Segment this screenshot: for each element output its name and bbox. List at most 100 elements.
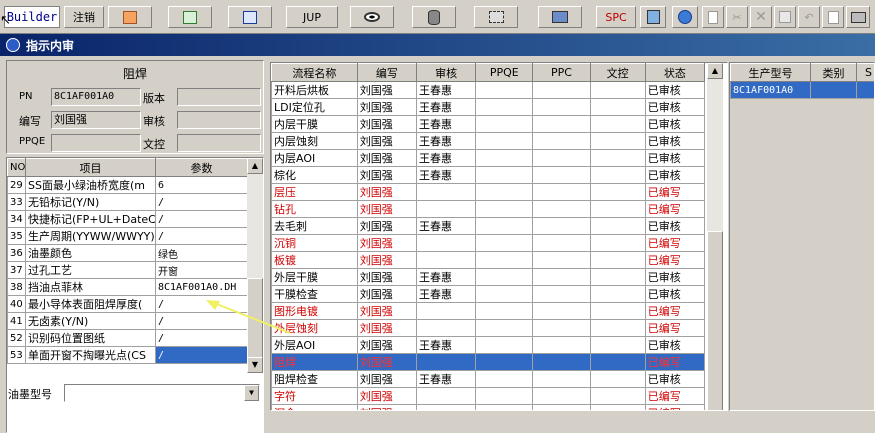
no-cell[interactable]: 38 bbox=[8, 279, 26, 296]
scroll-down-icon[interactable]: ▼ bbox=[247, 357, 263, 373]
status-cell[interactable]: 已编写 bbox=[645, 405, 704, 412]
process-name-cell[interactable]: 阻焊 bbox=[272, 354, 358, 371]
item-cell[interactable]: 最小导体表面阻焊厚度( bbox=[26, 296, 156, 313]
reviewer-cell[interactable] bbox=[417, 354, 476, 371]
doc-control-cell[interactable] bbox=[590, 184, 645, 201]
doc-control-cell[interactable] bbox=[590, 303, 645, 320]
ppqe-cell[interactable] bbox=[476, 116, 533, 133]
ppc-cell[interactable] bbox=[533, 201, 590, 218]
table-row[interactable]: 内层AOI刘国强王春惠已审核 bbox=[272, 150, 705, 167]
no-cell[interactable]: 52 bbox=[8, 330, 26, 347]
doc-control-cell[interactable] bbox=[590, 286, 645, 303]
process-name-cell[interactable]: 棕化 bbox=[272, 167, 358, 184]
reviewer-cell[interactable]: 王春惠 bbox=[417, 133, 476, 150]
author-cell[interactable]: 刘国强 bbox=[357, 133, 416, 150]
table-row[interactable]: 外层AOI刘国强王春惠已审核 bbox=[272, 337, 705, 354]
table-row[interactable]: 图形电镀刘国强已编写 bbox=[272, 303, 705, 320]
reviewer-cell[interactable] bbox=[417, 235, 476, 252]
param-cell[interactable]: 绿色 bbox=[156, 245, 248, 262]
item-cell[interactable]: 无卤素(Y/N) bbox=[26, 313, 156, 330]
ppqe-cell[interactable] bbox=[476, 371, 533, 388]
doc-control-field[interactable] bbox=[177, 134, 261, 152]
process-name-cell[interactable]: 沉铜 bbox=[272, 235, 358, 252]
reviewer-cell[interactable]: 王春惠 bbox=[417, 371, 476, 388]
author-cell[interactable]: 刘国强 bbox=[357, 405, 416, 412]
item-cell[interactable]: SS面最小绿油桥宽度(m bbox=[26, 177, 156, 194]
builder-button[interactable]: Builder bbox=[4, 6, 60, 28]
ppqe-cell[interactable] bbox=[476, 269, 533, 286]
process-name-cell[interactable]: 字符 bbox=[272, 388, 358, 405]
no-cell[interactable]: 29 bbox=[8, 177, 26, 194]
author-cell[interactable]: 刘国强 bbox=[357, 320, 416, 337]
process-header-2[interactable]: 审核 bbox=[417, 64, 476, 82]
status-cell[interactable]: 已编写 bbox=[645, 354, 704, 371]
process-name-cell[interactable]: 阻焊检查 bbox=[272, 371, 358, 388]
ppqe-cell[interactable] bbox=[476, 150, 533, 167]
table-row[interactable]: 开料后烘板刘国强王春惠已审核 bbox=[272, 82, 705, 99]
ppqe-field[interactable] bbox=[51, 134, 141, 152]
item-cell[interactable]: 无铅标记(Y/N) bbox=[26, 194, 156, 211]
doc-control-cell[interactable] bbox=[590, 218, 645, 235]
database-button[interactable] bbox=[412, 6, 456, 28]
logout-button[interactable]: 注销 bbox=[64, 6, 104, 28]
status-cell[interactable]: 已编写 bbox=[645, 184, 704, 201]
ie-button[interactable] bbox=[672, 6, 698, 28]
doc-control-cell[interactable] bbox=[590, 405, 645, 412]
status-cell[interactable]: 已审核 bbox=[645, 337, 704, 354]
no-cell[interactable]: 53 bbox=[8, 347, 26, 364]
no-cell[interactable]: 41 bbox=[8, 313, 26, 330]
ppqe-cell[interactable] bbox=[476, 82, 533, 99]
item-cell[interactable]: 油墨颜色 bbox=[26, 245, 156, 262]
author-cell[interactable]: 刘国强 bbox=[357, 116, 416, 133]
param-cell[interactable]: / bbox=[156, 211, 248, 228]
process-grid-scrollbar[interactable]: ▲ bbox=[707, 63, 723, 411]
process-header-4[interactable]: PPC bbox=[533, 64, 590, 82]
table-row[interactable]: 8C1AF001A0 bbox=[731, 82, 875, 99]
ppc-cell[interactable] bbox=[533, 269, 590, 286]
status-cell[interactable]: 已编写 bbox=[645, 388, 704, 405]
no-cell[interactable]: 36 bbox=[8, 245, 26, 262]
author-cell[interactable]: 刘国强 bbox=[357, 303, 416, 320]
author-cell[interactable]: 刘国强 bbox=[357, 218, 416, 235]
reviewer-cell[interactable]: 王春惠 bbox=[417, 286, 476, 303]
reviewer-cell[interactable] bbox=[417, 320, 476, 337]
s-header[interactable]: S bbox=[857, 64, 875, 82]
scroll-thumb[interactable] bbox=[707, 231, 723, 411]
doc-control-cell[interactable] bbox=[590, 150, 645, 167]
reviewer-cell[interactable]: 王春惠 bbox=[417, 99, 476, 116]
undo-button[interactable]: ↶ bbox=[798, 6, 820, 28]
process-name-cell[interactable]: 内层AOI bbox=[272, 150, 358, 167]
no-cell[interactable]: 34 bbox=[8, 211, 26, 228]
reviewer-cell[interactable] bbox=[417, 405, 476, 412]
calculator-button[interactable] bbox=[640, 6, 666, 28]
doc-control-cell[interactable] bbox=[590, 371, 645, 388]
table-row[interactable]: 34快捷标记(FP+UL+DateCo/ bbox=[8, 211, 248, 228]
item-cell[interactable]: 过孔工艺 bbox=[26, 262, 156, 279]
ppc-cell[interactable] bbox=[533, 150, 590, 167]
author-cell[interactable]: 刘国强 bbox=[357, 337, 416, 354]
ppc-cell[interactable] bbox=[533, 337, 590, 354]
author-cell[interactable]: 刘国强 bbox=[357, 167, 416, 184]
ppc-cell[interactable] bbox=[533, 99, 590, 116]
doc-control-cell[interactable] bbox=[590, 99, 645, 116]
author-cell[interactable]: 刘国强 bbox=[357, 371, 416, 388]
table-row[interactable]: 层压刘国强已编写 bbox=[272, 184, 705, 201]
grid-header-item[interactable]: 项目 bbox=[26, 159, 156, 177]
reviewer-cell[interactable]: 王春惠 bbox=[417, 218, 476, 235]
ppqe-cell[interactable] bbox=[476, 286, 533, 303]
scroll-up-icon[interactable]: ▲ bbox=[247, 158, 263, 174]
item-cell[interactable]: 生产周期(YYWW/WWYY) bbox=[26, 228, 156, 245]
table-row[interactable]: 字符刘国强 已编写 bbox=[272, 388, 705, 405]
grid-header-no[interactable]: NO bbox=[8, 159, 26, 177]
reviewer-cell[interactable]: 王春惠 bbox=[417, 167, 476, 184]
jup-button[interactable]: JUP bbox=[286, 6, 338, 28]
status-cell[interactable]: 已审核 bbox=[645, 218, 704, 235]
ppqe-cell[interactable] bbox=[476, 252, 533, 269]
doc-control-cell[interactable] bbox=[590, 235, 645, 252]
reviewer-cell[interactable]: 王春惠 bbox=[417, 82, 476, 99]
ppqe-cell[interactable] bbox=[476, 218, 533, 235]
author-cell[interactable]: 刘国强 bbox=[357, 388, 416, 405]
table-row[interactable]: 36油墨颜色绿色 bbox=[8, 245, 248, 262]
reviewer-cell[interactable] bbox=[417, 184, 476, 201]
s-cell[interactable] bbox=[857, 82, 875, 99]
